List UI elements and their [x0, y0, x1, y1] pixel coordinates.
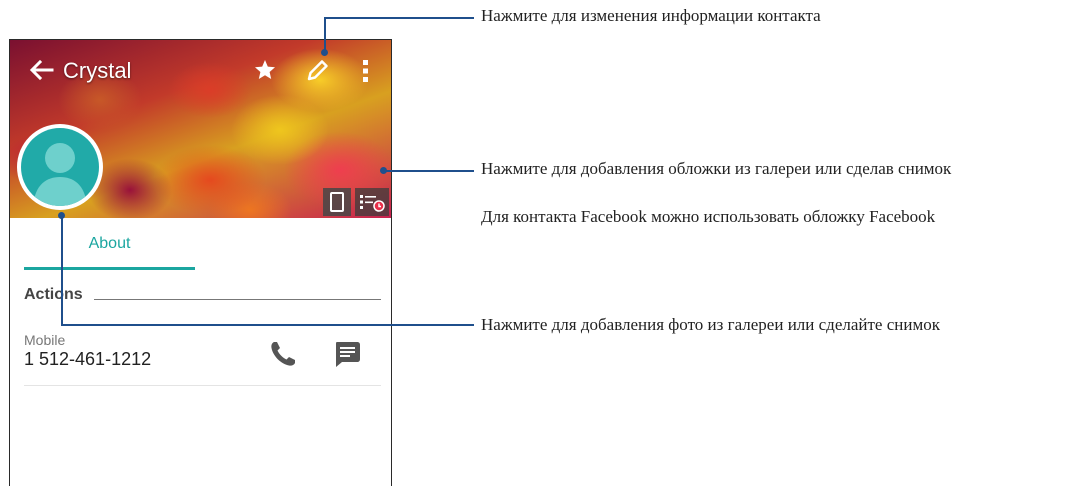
action-bar: Crystal [10, 52, 391, 92]
callout-edit-text: Нажмите для изменения информации контакт… [481, 6, 821, 25]
person-silhouette-icon [33, 143, 87, 206]
more-vertical-icon[interactable] [359, 58, 373, 84]
section-divider [94, 299, 381, 300]
phone-camera-icon [330, 192, 344, 212]
callout-photo-horizontal [61, 324, 474, 326]
callout-edit-horizontal [324, 17, 474, 19]
phone-type-label: Mobile [24, 332, 66, 348]
phone-screen: Crystal About Actions Mobile 1 512-461-1… [9, 39, 392, 486]
gallery-icon [360, 195, 385, 212]
callout-photo-text: Нажмите для добавления фото из галереи и… [481, 315, 940, 334]
callout-cover-dot [380, 167, 387, 174]
pencil-icon[interactable] [305, 57, 331, 83]
phone-number[interactable]: 1 512-461-1212 [24, 349, 151, 370]
row-divider [24, 385, 381, 386]
star-icon[interactable] [253, 58, 277, 82]
cover-gallery-button[interactable] [355, 188, 389, 216]
contact-name: Crystal [63, 58, 132, 83]
callout-photo-vertical [61, 216, 63, 326]
callout-edit-vertical [324, 17, 326, 53]
arrow-left-icon[interactable] [28, 58, 54, 82]
callout-photo-dot [58, 212, 65, 219]
callout-cover-line [383, 170, 474, 172]
cover-camera-button[interactable] [323, 188, 351, 216]
section-header-actions: Actions [24, 286, 83, 303]
tab-about[interactable]: About [24, 230, 195, 270]
contact-photo[interactable] [17, 124, 103, 210]
callout-facebook-text: Для контакта Facebook можно использовать… [481, 207, 936, 226]
message-icon[interactable] [331, 338, 363, 370]
callout-edit-dot [321, 49, 328, 56]
callout-cover-text: Нажмите для добавления обложки из галере… [481, 159, 952, 178]
phone-icon[interactable] [267, 338, 299, 370]
tab-indicator [24, 267, 195, 270]
